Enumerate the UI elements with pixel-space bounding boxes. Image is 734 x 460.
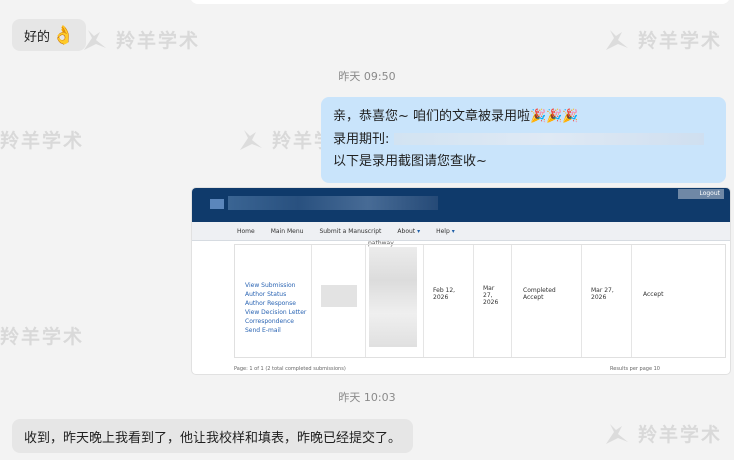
- timestamp: 昨天 10:03: [338, 391, 396, 404]
- journal-logo: [210, 199, 224, 209]
- deer-logo-icon: [240, 129, 262, 150]
- submissions-table: View Submission Author Status Author Res…: [234, 244, 726, 358]
- ok-hand-emoji: 👌: [52, 24, 75, 46]
- redacted-journal-title: [228, 196, 438, 210]
- watermark: 羚羊学术: [82, 26, 200, 53]
- message-bubble-sent[interactable]: 亲，恭喜您~ 咱们的文章被录用啦🎉🎉🎉 录用期刊: 以下是录用截图请您查收~: [321, 97, 726, 183]
- watermark: 羚羊学术: [604, 420, 722, 447]
- watermark: 羚羊学术: [604, 26, 722, 53]
- message-bubble-received[interactable]: 好的 👌: [12, 19, 87, 51]
- logout-link: Logout: [699, 190, 720, 197]
- redacted-id: [321, 285, 357, 307]
- message-bubble-received[interactable]: 收到，昨天晚上我看到了，他让我校样和填表，昨晚已经提交了。: [12, 419, 414, 453]
- watermark: 羚羊学术: [0, 326, 85, 348]
- redacted-journal-name: [393, 133, 704, 145]
- deer-logo-icon: [606, 29, 628, 50]
- acceptance-screenshot-image[interactable]: Logout Home Main Menu Submit a Manuscrip…: [192, 188, 730, 374]
- party-popper-emoji: 🎉🎉🎉: [530, 109, 579, 124]
- screenshot-header: Logout: [192, 188, 730, 222]
- action-links: View Submission Author Status Author Res…: [245, 282, 307, 334]
- deer-logo-icon: [606, 423, 628, 444]
- watermark: 羚羊学术: [0, 130, 85, 152]
- timestamp: 昨天 09:50: [338, 70, 396, 83]
- previous-message-card: [190, 0, 730, 4]
- redacted-title: [369, 247, 417, 347]
- screenshot-nav: Home Main Menu Submit a Manuscript About…: [192, 222, 730, 241]
- deer-logo-icon: [84, 29, 106, 50]
